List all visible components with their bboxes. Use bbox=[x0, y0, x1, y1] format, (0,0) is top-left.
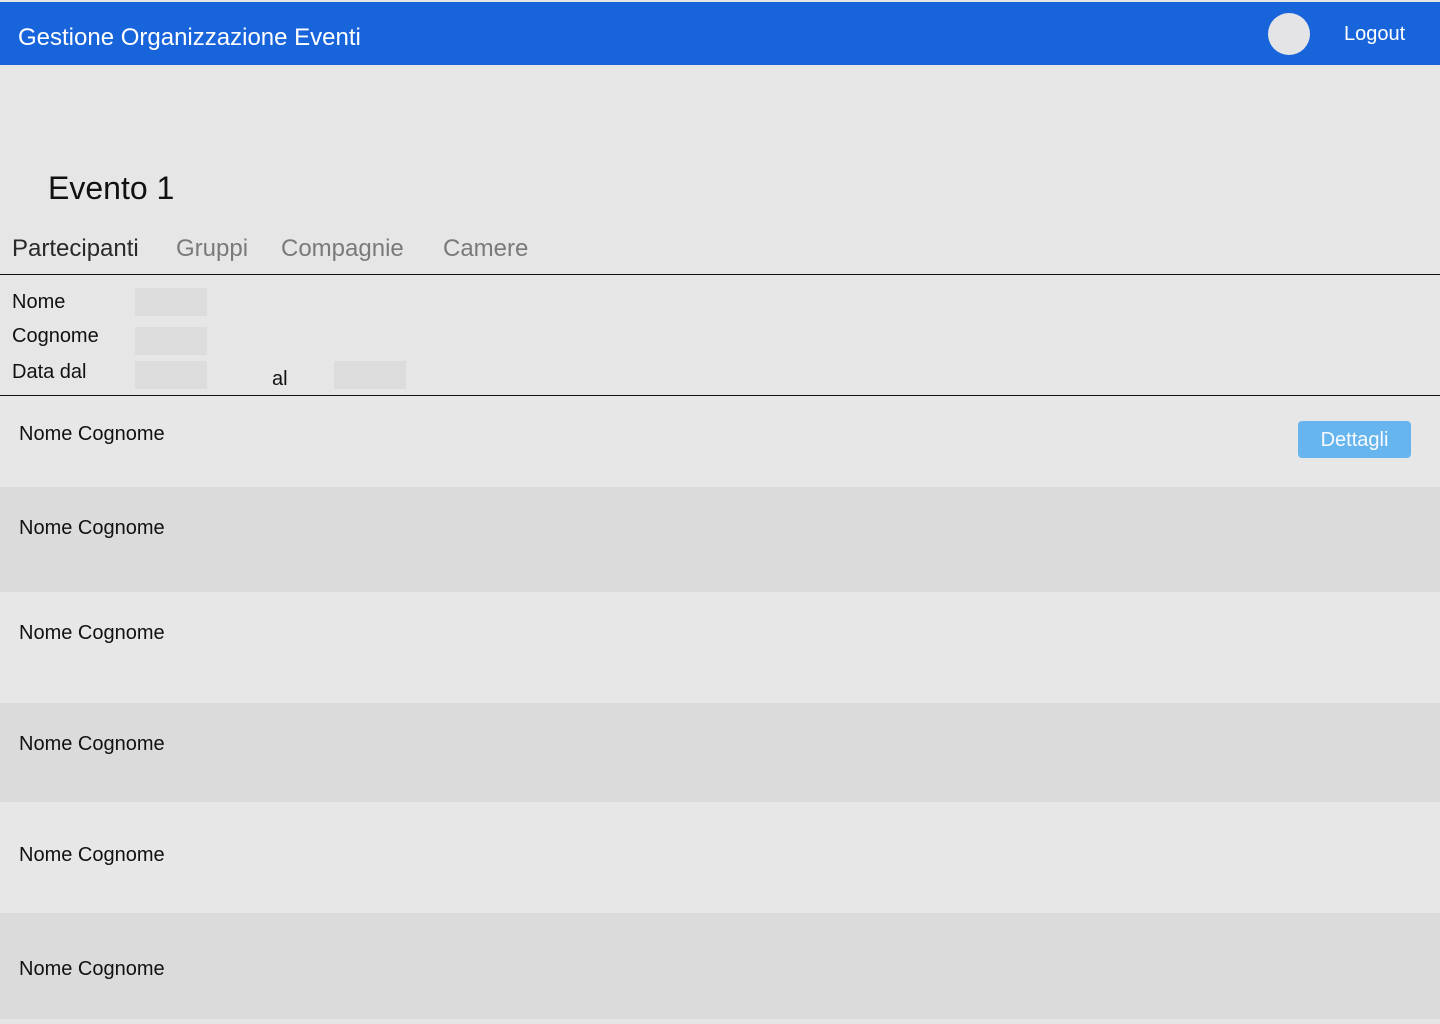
surname-filter-label: Cognome bbox=[12, 325, 99, 347]
date-to-filter-label: al bbox=[272, 368, 288, 390]
app-title: Gestione Organizzazione Eventi bbox=[18, 24, 361, 51]
tabs-divider bbox=[0, 274, 1440, 275]
participant-name: Nome Cognome bbox=[19, 622, 165, 644]
participant-name: Nome Cognome bbox=[19, 844, 165, 866]
name-filter-label: Nome bbox=[12, 291, 66, 313]
details-button[interactable]: Dettagli bbox=[1298, 421, 1411, 458]
logout-link[interactable]: Logout bbox=[1344, 22, 1405, 46]
participant-name: Nome Cognome bbox=[19, 958, 165, 980]
participant-name: Nome Cognome bbox=[19, 733, 165, 755]
participant-row: Nome Cognome Dettagli bbox=[0, 396, 1440, 487]
participant-row: Nome Cognome bbox=[0, 592, 1440, 703]
event-tabs: Partecipanti Gruppi Compagnie Camere bbox=[0, 234, 1440, 270]
participant-row: Nome Cognome bbox=[0, 913, 1440, 1019]
participant-name: Nome Cognome bbox=[19, 423, 165, 445]
name-filter-input[interactable] bbox=[135, 288, 207, 316]
participant-row: Nome Cognome bbox=[0, 703, 1440, 802]
tab-partecipanti[interactable]: Partecipanti bbox=[12, 234, 139, 264]
event-title: Evento 1 bbox=[48, 170, 175, 206]
surname-filter-input[interactable] bbox=[135, 327, 207, 355]
date-to-input[interactable] bbox=[334, 361, 406, 389]
top-app-bar: Gestione Organizzazione Eventi Logout bbox=[0, 2, 1440, 65]
date-from-filter-label: Data dal bbox=[12, 361, 87, 383]
date-from-input[interactable] bbox=[135, 361, 207, 389]
tab-gruppi[interactable]: Gruppi bbox=[176, 234, 248, 264]
participant-name: Nome Cognome bbox=[19, 517, 165, 539]
participant-row: Nome Cognome bbox=[0, 802, 1440, 913]
tab-compagnie[interactable]: Compagnie bbox=[281, 234, 404, 264]
avatar-icon[interactable] bbox=[1268, 13, 1310, 55]
participant-row: Nome Cognome bbox=[0, 487, 1440, 592]
tab-camere[interactable]: Camere bbox=[443, 234, 528, 264]
